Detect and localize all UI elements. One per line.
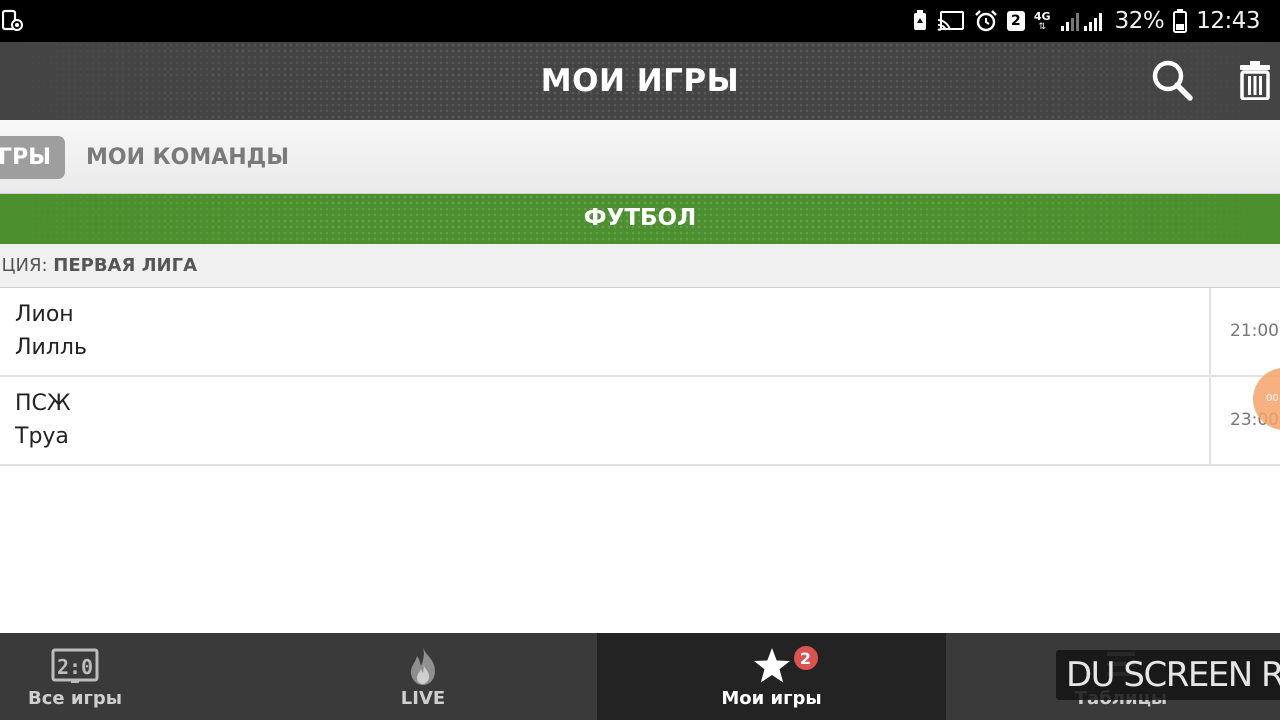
- nav-my-games-label: Мои игры: [721, 688, 822, 709]
- game-row[interactable]: Лион Лилль 21:00: [0, 288, 1280, 377]
- away-team: Лилль: [15, 335, 87, 360]
- league-country-label: НЦИЯ:: [0, 255, 48, 276]
- star-icon: 2: [752, 644, 820, 688]
- page-title: МОИ ИГРЫ: [540, 63, 740, 99]
- nav-my-games[interactable]: 2 Мои игры: [597, 633, 946, 720]
- games-list: Лион Лилль 21:00 ПСЖ Труа 23:00: [0, 288, 1280, 466]
- away-team: Труа: [15, 424, 69, 449]
- search-icon: [1150, 58, 1194, 107]
- network-type: 4G ⇅: [1033, 10, 1051, 31]
- cast-icon: [937, 10, 965, 32]
- home-team: Лион: [15, 302, 74, 327]
- league-country: НЦИЯ: ПЕРВАЯ ЛИГА: [0, 244, 198, 287]
- game-time: 21:00: [1230, 321, 1279, 341]
- screen-recorder-watermark: DU SCREEN RECO: [1056, 650, 1280, 700]
- status-bar: 2 4G ⇅ 32% 12:43: [0, 0, 1280, 42]
- alarm-icon: [974, 9, 998, 33]
- nav-live-label: LIVE: [400, 688, 446, 709]
- search-button[interactable]: [1150, 60, 1194, 104]
- league-header[interactable]: НЦИЯ: ПЕРВАЯ ЛИГА: [0, 244, 1280, 288]
- my-games-count-badge: 2: [791, 644, 820, 672]
- battery-saver-icon: [912, 10, 928, 32]
- nav-all-games-label: Все игры: [27, 688, 123, 709]
- sport-header: ФУТБОЛ: [0, 194, 1280, 244]
- screen-record-icon: [1, 9, 24, 38]
- battery-icon: [1173, 9, 1188, 33]
- app-header: МОИ ИГРЫ: [0, 42, 1280, 120]
- league-name: ПЕРВАЯ ЛИГА: [53, 255, 198, 276]
- battery-percent: 32%: [1114, 8, 1165, 34]
- nav-all-games[interactable]: 2:0 Все игры: [0, 633, 150, 720]
- sim-icon: 2: [1006, 11, 1025, 31]
- time-cell: 21:00: [1209, 288, 1280, 375]
- tab-my-teams[interactable]: МОИ КОМАНДЫ: [86, 136, 289, 179]
- svg-text:2:0: 2:0: [57, 655, 93, 679]
- sport-title: ФУТБОЛ: [583, 205, 697, 231]
- tab-games[interactable]: ИГРЫ: [0, 136, 65, 179]
- tab-bar: ИГРЫ МОИ КОМАНДЫ: [0, 120, 1280, 194]
- delete-button[interactable]: [1233, 60, 1277, 104]
- nav-live[interactable]: LIVE: [348, 633, 498, 720]
- scoreboard-icon: 2:0: [51, 644, 99, 688]
- home-team: ПСЖ: [15, 391, 71, 416]
- flame-icon: [405, 644, 441, 688]
- screen: 2 4G ⇅ 32% 12:43 МОИ ИГРЫ ГРЫ МОИ КОМАНД…: [0, 0, 1280, 720]
- trash-icon: [1239, 60, 1271, 105]
- clock: 12:43: [1196, 8, 1260, 34]
- game-row[interactable]: ПСЖ Труа 23:00: [0, 377, 1280, 466]
- signal-icon: [1060, 9, 1106, 33]
